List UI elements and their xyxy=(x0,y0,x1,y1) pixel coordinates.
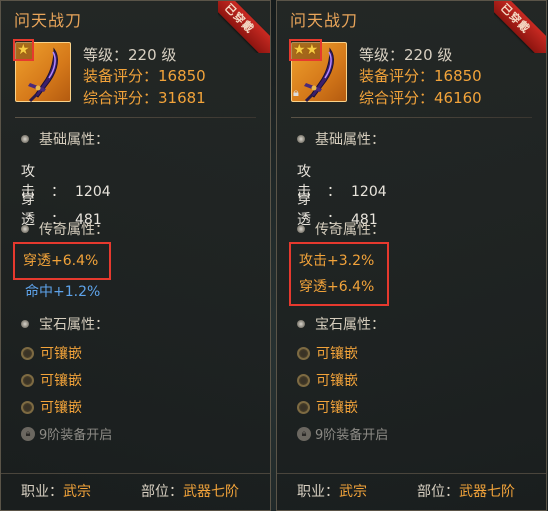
gem-socket-icon xyxy=(297,346,310,360)
equip-score: 装备评分：16850 xyxy=(359,67,482,85)
locked-gem-slot: 🔒︎ 9阶装备开启 xyxy=(297,424,388,443)
gem-slot[interactable]: 可镶嵌 xyxy=(297,397,358,417)
legendary-highlight-box: 攻击+3.2% 穿透+6.4% xyxy=(289,242,389,306)
section-base-attributes: 基础属性： xyxy=(297,129,385,149)
gem-socket-icon xyxy=(21,373,34,387)
bullet-icon xyxy=(297,225,305,233)
gem-slot[interactable]: 可镶嵌 xyxy=(21,397,82,417)
lock-icon: 🔒︎ xyxy=(21,426,35,441)
bullet-icon xyxy=(21,135,29,143)
star-icon: ★ xyxy=(305,42,319,58)
gem-socket-icon xyxy=(21,400,34,414)
bullet-icon xyxy=(297,320,305,328)
legendary-highlight-box: 穿透+6.4% xyxy=(13,242,111,280)
job-info: 职业：武宗 xyxy=(297,484,367,500)
locked-gem-slot: 🔒︎ 9阶装备开启 xyxy=(21,424,112,443)
bullet-icon xyxy=(297,135,305,143)
star-icon: ★ xyxy=(293,42,306,58)
lock-icon: 🔒︎ xyxy=(297,426,311,441)
legendary-stat: 穿透+6.4% xyxy=(299,279,375,295)
slot-info: 部位：武器七阶 xyxy=(141,484,239,500)
section-gem-attributes: 宝石属性： xyxy=(297,314,385,334)
item-title: 问天战刀 xyxy=(290,11,359,30)
job-info: 职业：武宗 xyxy=(21,484,91,500)
section-legendary-attributes: 传奇属性： xyxy=(297,219,385,239)
gem-slot[interactable]: 可镶嵌 xyxy=(21,370,82,390)
item-level: 等级：220 级 xyxy=(359,46,453,64)
legendary-stat: 穿透+6.4% xyxy=(23,253,99,269)
divider xyxy=(277,473,546,474)
item-tooltip-right: 问天战刀 已穿戴 🔒︎ ★ ★ 等级：220 级 装备评分：16850 综合评分… xyxy=(276,0,547,511)
item-tooltip-left: 问天战刀 已穿戴 ★ 等级：220 级 装备评分：16850 综合评分：3168… xyxy=(0,0,271,511)
gem-socket-icon xyxy=(297,373,310,387)
legendary-stat: 攻击+3.2% xyxy=(299,253,375,269)
lock-icon: 🔒︎ xyxy=(293,86,299,99)
divider xyxy=(15,117,256,118)
section-legendary-attributes: 传奇属性： xyxy=(21,219,109,239)
gem-slot[interactable]: 可镶嵌 xyxy=(297,343,358,363)
bullet-icon xyxy=(21,320,29,328)
slot-info: 部位：武器七阶 xyxy=(417,484,515,500)
star-icon: ★ xyxy=(17,42,30,58)
equipped-badge: 已穿戴 xyxy=(494,1,546,53)
bullet-icon xyxy=(21,225,29,233)
star-rating: ★ xyxy=(13,39,34,61)
gem-socket-icon xyxy=(21,346,34,360)
star-rating: ★ ★ xyxy=(289,39,323,61)
gem-slot[interactable]: 可镶嵌 xyxy=(21,343,82,363)
total-score: 综合评分：31681 xyxy=(83,89,206,107)
section-gem-attributes: 宝石属性： xyxy=(21,314,109,334)
item-title: 问天战刀 xyxy=(14,11,83,30)
total-score: 综合评分：46160 xyxy=(359,89,482,107)
gem-slot[interactable]: 可镶嵌 xyxy=(297,370,358,390)
gem-socket-icon xyxy=(297,400,310,414)
item-level: 等级：220 级 xyxy=(83,46,177,64)
divider xyxy=(1,473,270,474)
equip-score: 装备评分：16850 xyxy=(83,67,206,85)
legendary-stat-secondary: 命中+1.2% xyxy=(25,284,101,300)
equipped-badge: 已穿戴 xyxy=(218,1,270,53)
divider xyxy=(291,117,532,118)
section-base-attributes: 基础属性： xyxy=(21,129,109,149)
